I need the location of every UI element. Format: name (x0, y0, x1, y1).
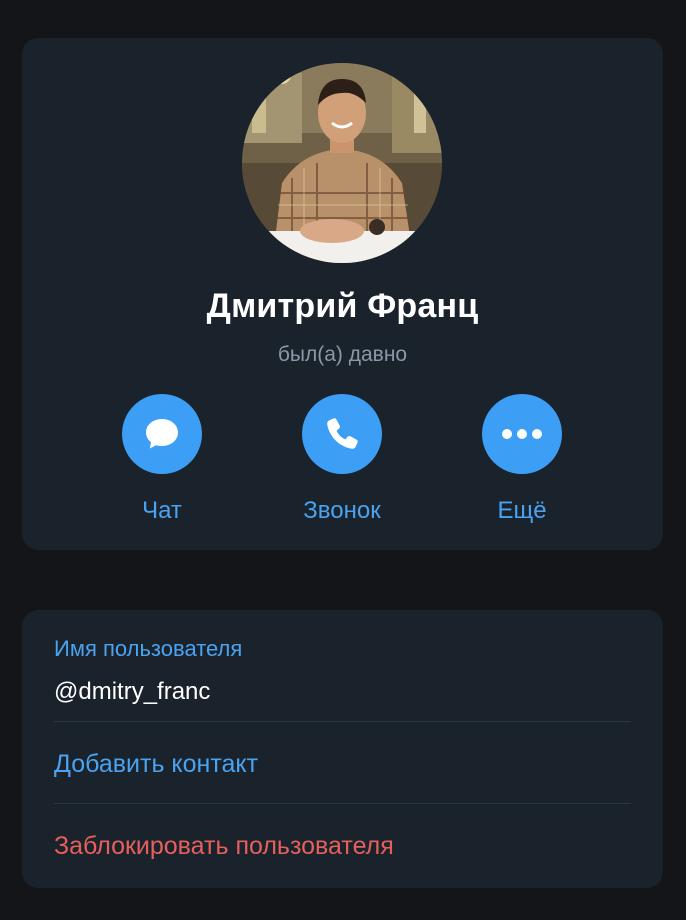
phone-icon (327, 418, 358, 449)
more-button-circle[interactable] (482, 394, 562, 474)
more-button-label: Ещё (497, 497, 547, 524)
username-value[interactable]: @dmitry_franc (54, 678, 631, 706)
avatar-photo (242, 63, 442, 263)
block-user-button[interactable]: Заблокировать пользователя (54, 804, 631, 888)
last-seen-status: был(а) давно (277, 343, 408, 366)
contact-name: Дмитрий Франц (206, 287, 479, 325)
avatar[interactable] (242, 63, 442, 263)
info-card: Имя пользователя @dmitry_franc Добавить … (22, 610, 663, 888)
chat-button-label: Чат (142, 497, 182, 524)
chat-button-circle[interactable] (122, 394, 202, 474)
more-button[interactable]: Ещё (442, 394, 602, 525)
username-row[interactable]: Имя пользователя @dmitry_franc (54, 636, 631, 722)
username-caption: Имя пользователя (54, 636, 243, 661)
call-button-label: Звонок (303, 497, 381, 524)
add-contact-button[interactable]: Добавить контакт (54, 722, 631, 804)
profile-card: Дмитрий Франц был(а) давно Чат Звонок Ещ… (22, 38, 663, 550)
chat-bubble-icon (146, 419, 178, 449)
add-contact-label: Добавить контакт (54, 750, 259, 778)
call-button[interactable]: Звонок (262, 394, 422, 525)
block-user-label: Заблокировать пользователя (54, 832, 394, 860)
chat-button[interactable]: Чат (82, 394, 242, 525)
call-button-circle[interactable] (302, 394, 382, 474)
more-dots-icon (502, 429, 542, 439)
